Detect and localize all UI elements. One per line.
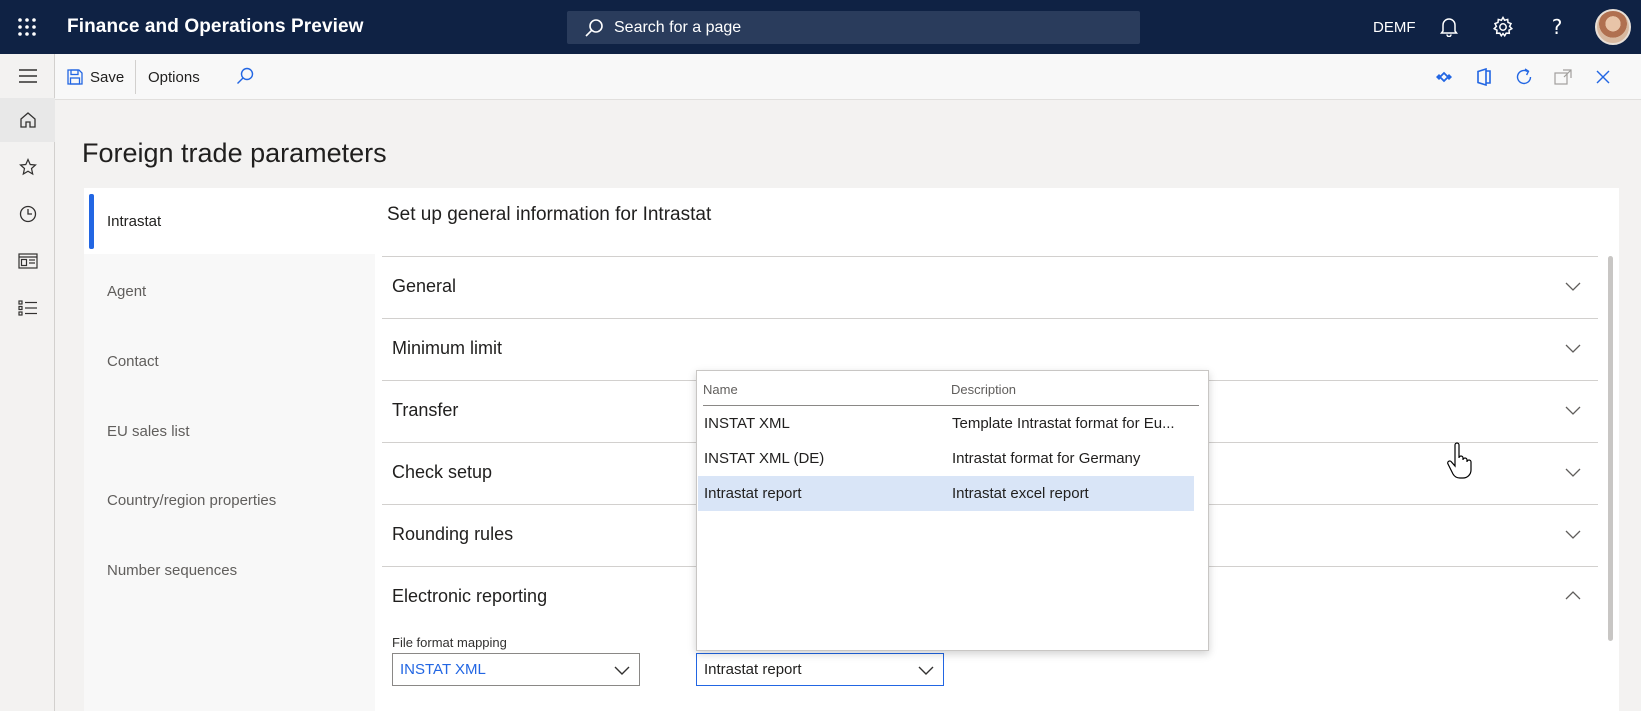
row-name: Intrastat report xyxy=(704,485,802,502)
search-box[interactable]: Search for a page xyxy=(567,11,1140,44)
chevron-down-icon xyxy=(1565,468,1581,477)
workspaces-icon[interactable] xyxy=(0,239,55,283)
save-icon xyxy=(67,69,83,85)
lookup-row[interactable]: INSTAT XML (DE) Intrastat format for Ger… xyxy=(698,441,1194,476)
app-title[interactable]: Finance and Operations Preview xyxy=(67,16,364,38)
row-name: INSTAT XML xyxy=(704,415,790,432)
chevron-down-icon[interactable] xyxy=(614,663,630,677)
help-icon[interactable]: ? xyxy=(1545,15,1569,39)
chevron-down-icon xyxy=(1565,282,1581,291)
file-format-mapping-combo[interactable]: INSTAT XML xyxy=(392,653,640,686)
column-header-description[interactable]: Description xyxy=(951,382,1016,397)
star-icon[interactable] xyxy=(0,145,55,189)
office-icon[interactable] xyxy=(1473,66,1495,88)
report-format-value[interactable]: Intrastat report xyxy=(704,661,802,678)
row-description: Intrastat excel report xyxy=(952,485,1089,502)
chevron-down-icon xyxy=(1565,344,1581,353)
fasttab-label: Rounding rules xyxy=(392,524,514,544)
tab-eu-sales-list[interactable]: EU sales list xyxy=(84,398,375,464)
fasttab-label: Electronic reporting xyxy=(392,586,548,606)
power-apps-icon[interactable] xyxy=(1433,66,1455,88)
tab-contact[interactable]: Contact xyxy=(84,328,375,394)
format-lookup-dropdown: Name Description INSTAT XML Template Int… xyxy=(696,370,1209,651)
clock-icon[interactable] xyxy=(0,192,55,236)
vertical-scrollbar[interactable] xyxy=(1608,256,1613,641)
file-format-mapping-value[interactable]: INSTAT XML xyxy=(400,661,486,678)
company-picker[interactable]: DEMF xyxy=(1373,19,1416,36)
vertical-tabs: Intrastat Agent Contact EU sales list Co… xyxy=(84,188,375,711)
lookup-header: Name Description xyxy=(703,371,1199,406)
row-name: INSTAT XML (DE) xyxy=(704,450,825,467)
report-format-combo[interactable]: Intrastat report xyxy=(696,653,944,686)
action-pane: Save Options xyxy=(55,54,1641,100)
lookup-row[interactable]: INSTAT XML Template Intrastat format for… xyxy=(698,406,1194,441)
tab-country-region-properties[interactable]: Country/region properties xyxy=(84,467,375,533)
tab-number-sequences[interactable]: Number sequences xyxy=(84,537,375,603)
close-icon[interactable] xyxy=(1592,66,1614,88)
options-tab[interactable]: Options xyxy=(148,69,200,86)
section-title: Set up general information for Intrastat xyxy=(387,204,712,225)
column-header-name[interactable]: Name xyxy=(703,382,738,397)
avatar[interactable] xyxy=(1595,9,1631,45)
refresh-icon[interactable] xyxy=(1513,66,1535,88)
action-separator xyxy=(135,60,136,94)
app-launcher-icon[interactable] xyxy=(14,14,40,40)
chevron-up-icon xyxy=(1565,591,1581,600)
row-description: Template Intrastat format for Eu... xyxy=(952,415,1175,432)
open-new-window-icon[interactable] xyxy=(1552,66,1574,88)
chevron-down-icon xyxy=(1565,406,1581,415)
hamburger-menu-icon[interactable] xyxy=(0,54,55,98)
save-label: Save xyxy=(90,68,125,86)
tab-intrastat[interactable]: Intrastat xyxy=(84,188,375,254)
file-format-mapping-label: File format mapping xyxy=(392,635,507,650)
chevron-down-icon[interactable] xyxy=(918,663,934,677)
fasttab-general[interactable]: General xyxy=(382,256,1598,318)
find-icon[interactable] xyxy=(235,66,257,88)
tab-agent[interactable]: Agent xyxy=(84,258,375,324)
gear-icon[interactable] xyxy=(1491,15,1515,39)
search-placeholder: Search for a page xyxy=(614,18,742,36)
search-icon xyxy=(585,18,603,37)
lookup-row-selected[interactable]: Intrastat report Intrastat excel report xyxy=(698,476,1194,511)
left-navigation xyxy=(0,54,55,711)
page-title: Foreign trade parameters xyxy=(82,138,387,168)
home-icon[interactable] xyxy=(0,98,55,142)
fasttab-label: General xyxy=(392,276,457,296)
chevron-down-icon xyxy=(1565,530,1581,539)
fasttab-label: Transfer xyxy=(392,400,459,420)
fasttab-label: Minimum limit xyxy=(392,338,502,358)
bell-icon[interactable] xyxy=(1437,15,1461,39)
hand-cursor-icon xyxy=(1447,442,1472,479)
row-description: Intrastat format for Germany xyxy=(952,450,1141,467)
save-button[interactable]: Save xyxy=(67,64,124,90)
fasttab-label: Check setup xyxy=(392,462,493,482)
top-bar: Finance and Operations Preview Search fo… xyxy=(0,0,1641,54)
modules-list-icon[interactable] xyxy=(0,286,55,330)
